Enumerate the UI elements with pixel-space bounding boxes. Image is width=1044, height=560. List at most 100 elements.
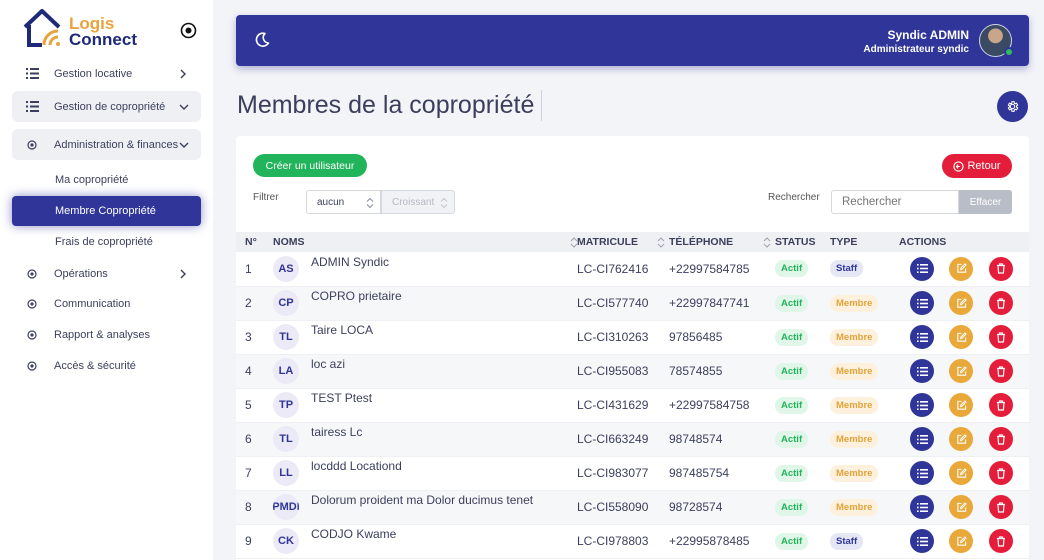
row-phone: 97856485 [669,330,723,344]
row-actions [899,422,1029,456]
sidebar-subitem-frais-copropriete[interactable]: Frais de copropriété [12,227,201,257]
trash-icon [996,467,1005,479]
sidebar-item-label: Rapport & analyses [54,328,150,341]
member-name[interactable]: ADMIN Syndic [311,255,389,269]
delete-button[interactable] [988,427,1013,451]
delete-button[interactable] [988,359,1013,383]
trash-icon [996,263,1005,274]
sidebar-item-acces-securite[interactable]: Accès & sécurité [12,350,201,381]
delete-button[interactable] [988,461,1013,485]
sidebar-subitem-ma-copropriete[interactable]: Ma copropriété [12,165,201,195]
sidebar-item-rapport-analyses[interactable]: Rapport & analyses [12,319,201,350]
member-name[interactable]: Dolorum proident ma Dolor ducimus tenet [311,493,533,507]
edit-button[interactable] [949,393,974,417]
header-matricule[interactable]: MATRICULE [577,232,669,252]
radio-icon [24,298,40,309]
row-matricule: LC-CI558090 [577,490,669,524]
settings-button[interactable] [997,91,1028,122]
type-badge: Membre [830,498,879,516]
delete-button[interactable] [988,291,1013,315]
view-details-button[interactable] [910,359,934,383]
type-badge: Staff [830,260,864,278]
sidebar-subitem-membre-copropriete[interactable]: Membre Copropriété [12,196,201,226]
edit-button[interactable] [949,461,974,485]
row-status: Actif [775,388,830,422]
table-row: 4 LA loc azi LC-CI955083 78574855 Actif … [236,354,1029,388]
view-details-button[interactable] [910,291,934,315]
order-select[interactable]: Croissant [381,190,455,214]
sort-icon [763,237,771,248]
member-name[interactable]: loc azi [311,357,345,371]
view-details-button[interactable] [910,325,934,349]
sidebar-subitem-label: Frais de copropriété [55,236,153,248]
table-header-row: N° NOMS MATRICULE TÉLÉPHONE STATUS TYPE … [236,232,1029,252]
page-title: Membres de la copropriété [237,91,535,119]
view-details-button[interactable] [910,393,934,417]
view-details-button[interactable] [910,256,934,281]
member-name[interactable]: COPRO prietaire [311,289,402,303]
create-user-button[interactable]: Créer un utilisateur [253,154,367,177]
sidebar-item-communication[interactable]: Communication [12,288,201,319]
trash-icon [996,297,1005,309]
edit-button[interactable] [949,291,974,315]
edit-button[interactable] [949,495,974,519]
sidebar-item-label: Gestion locative [54,67,133,80]
table-row: 1 AS ADMIN Syndic LC-CI762416 +229975847… [236,252,1029,286]
view-details-button[interactable] [910,427,934,451]
sidebar-toggle[interactable] [180,22,197,39]
row-number: 9 [245,534,252,548]
sidebar-item-gestion-locative[interactable]: Gestion locative [12,58,201,89]
member-name[interactable]: Taire LOCA [311,323,373,337]
edit-button[interactable] [949,256,974,281]
edit-button[interactable] [949,325,974,349]
radio-icon [24,268,40,279]
avatar-initials: PMDI [273,494,299,520]
view-details-button[interactable] [910,495,934,519]
row-status: Actif [775,286,830,320]
sidebar-item-label: Communication [54,297,131,310]
sidebar-item-gestion-copropriete[interactable]: Gestion de copropriété [12,91,201,122]
edit-button[interactable] [949,427,974,451]
view-details-button[interactable] [910,461,934,485]
delete-button[interactable] [988,393,1013,417]
delete-button[interactable] [988,529,1013,553]
row-phone: 98748574 [669,422,775,456]
delete-button[interactable] [988,325,1013,349]
header-names[interactable]: NOMS [273,232,578,252]
row-name-cell: PMDI Dolorum proident ma Dolor ducimus t… [273,490,577,524]
clear-search-button[interactable]: Effacer [959,190,1012,214]
member-name[interactable]: CODJO Kwame [311,527,396,541]
row-number: 4 [236,354,273,388]
type-badge: Membre [830,464,879,482]
member-name[interactable]: TEST Ptest [311,391,372,405]
delete-button[interactable] [988,495,1013,519]
row-actions [899,456,1029,490]
delete-button[interactable] [988,256,1013,281]
status-badge: Actif [775,464,809,482]
brand-logo[interactable]: Logis Connect [22,7,152,51]
theme-toggle[interactable] [254,31,271,53]
back-button[interactable]: Retour [942,154,1012,178]
view-details-button[interactable] [910,529,934,553]
member-name[interactable]: tairess Lc [311,425,362,439]
member-name[interactable]: locddd Locationd [311,459,402,473]
filter-select[interactable]: aucun [306,190,381,214]
list-icon [916,434,928,444]
list-icon [916,264,928,274]
header-number: N° [236,232,273,252]
edit-button[interactable] [949,359,974,383]
sidebar-subitem-label: Ma copropriété [55,174,129,186]
row-actions [899,524,1029,558]
list-icon [916,366,928,376]
edit-button[interactable] [949,529,974,553]
row-number: 6 [236,422,273,456]
sidebar-item-operations[interactable]: Opérations [12,258,201,289]
members-card: Créer un utilisateur Retour Filtrer aucu… [236,136,1029,560]
sidebar-item-administration-finances[interactable]: Administration & finances [12,129,201,160]
row-name-cell: LL locddd Locationd [273,456,577,490]
search-input[interactable] [831,190,959,214]
search-label: Rechercher [768,192,820,203]
radio-icon [24,139,40,150]
header-telephone[interactable]: TÉLÉPHONE [669,232,775,252]
chevron-down-icon [179,103,191,111]
